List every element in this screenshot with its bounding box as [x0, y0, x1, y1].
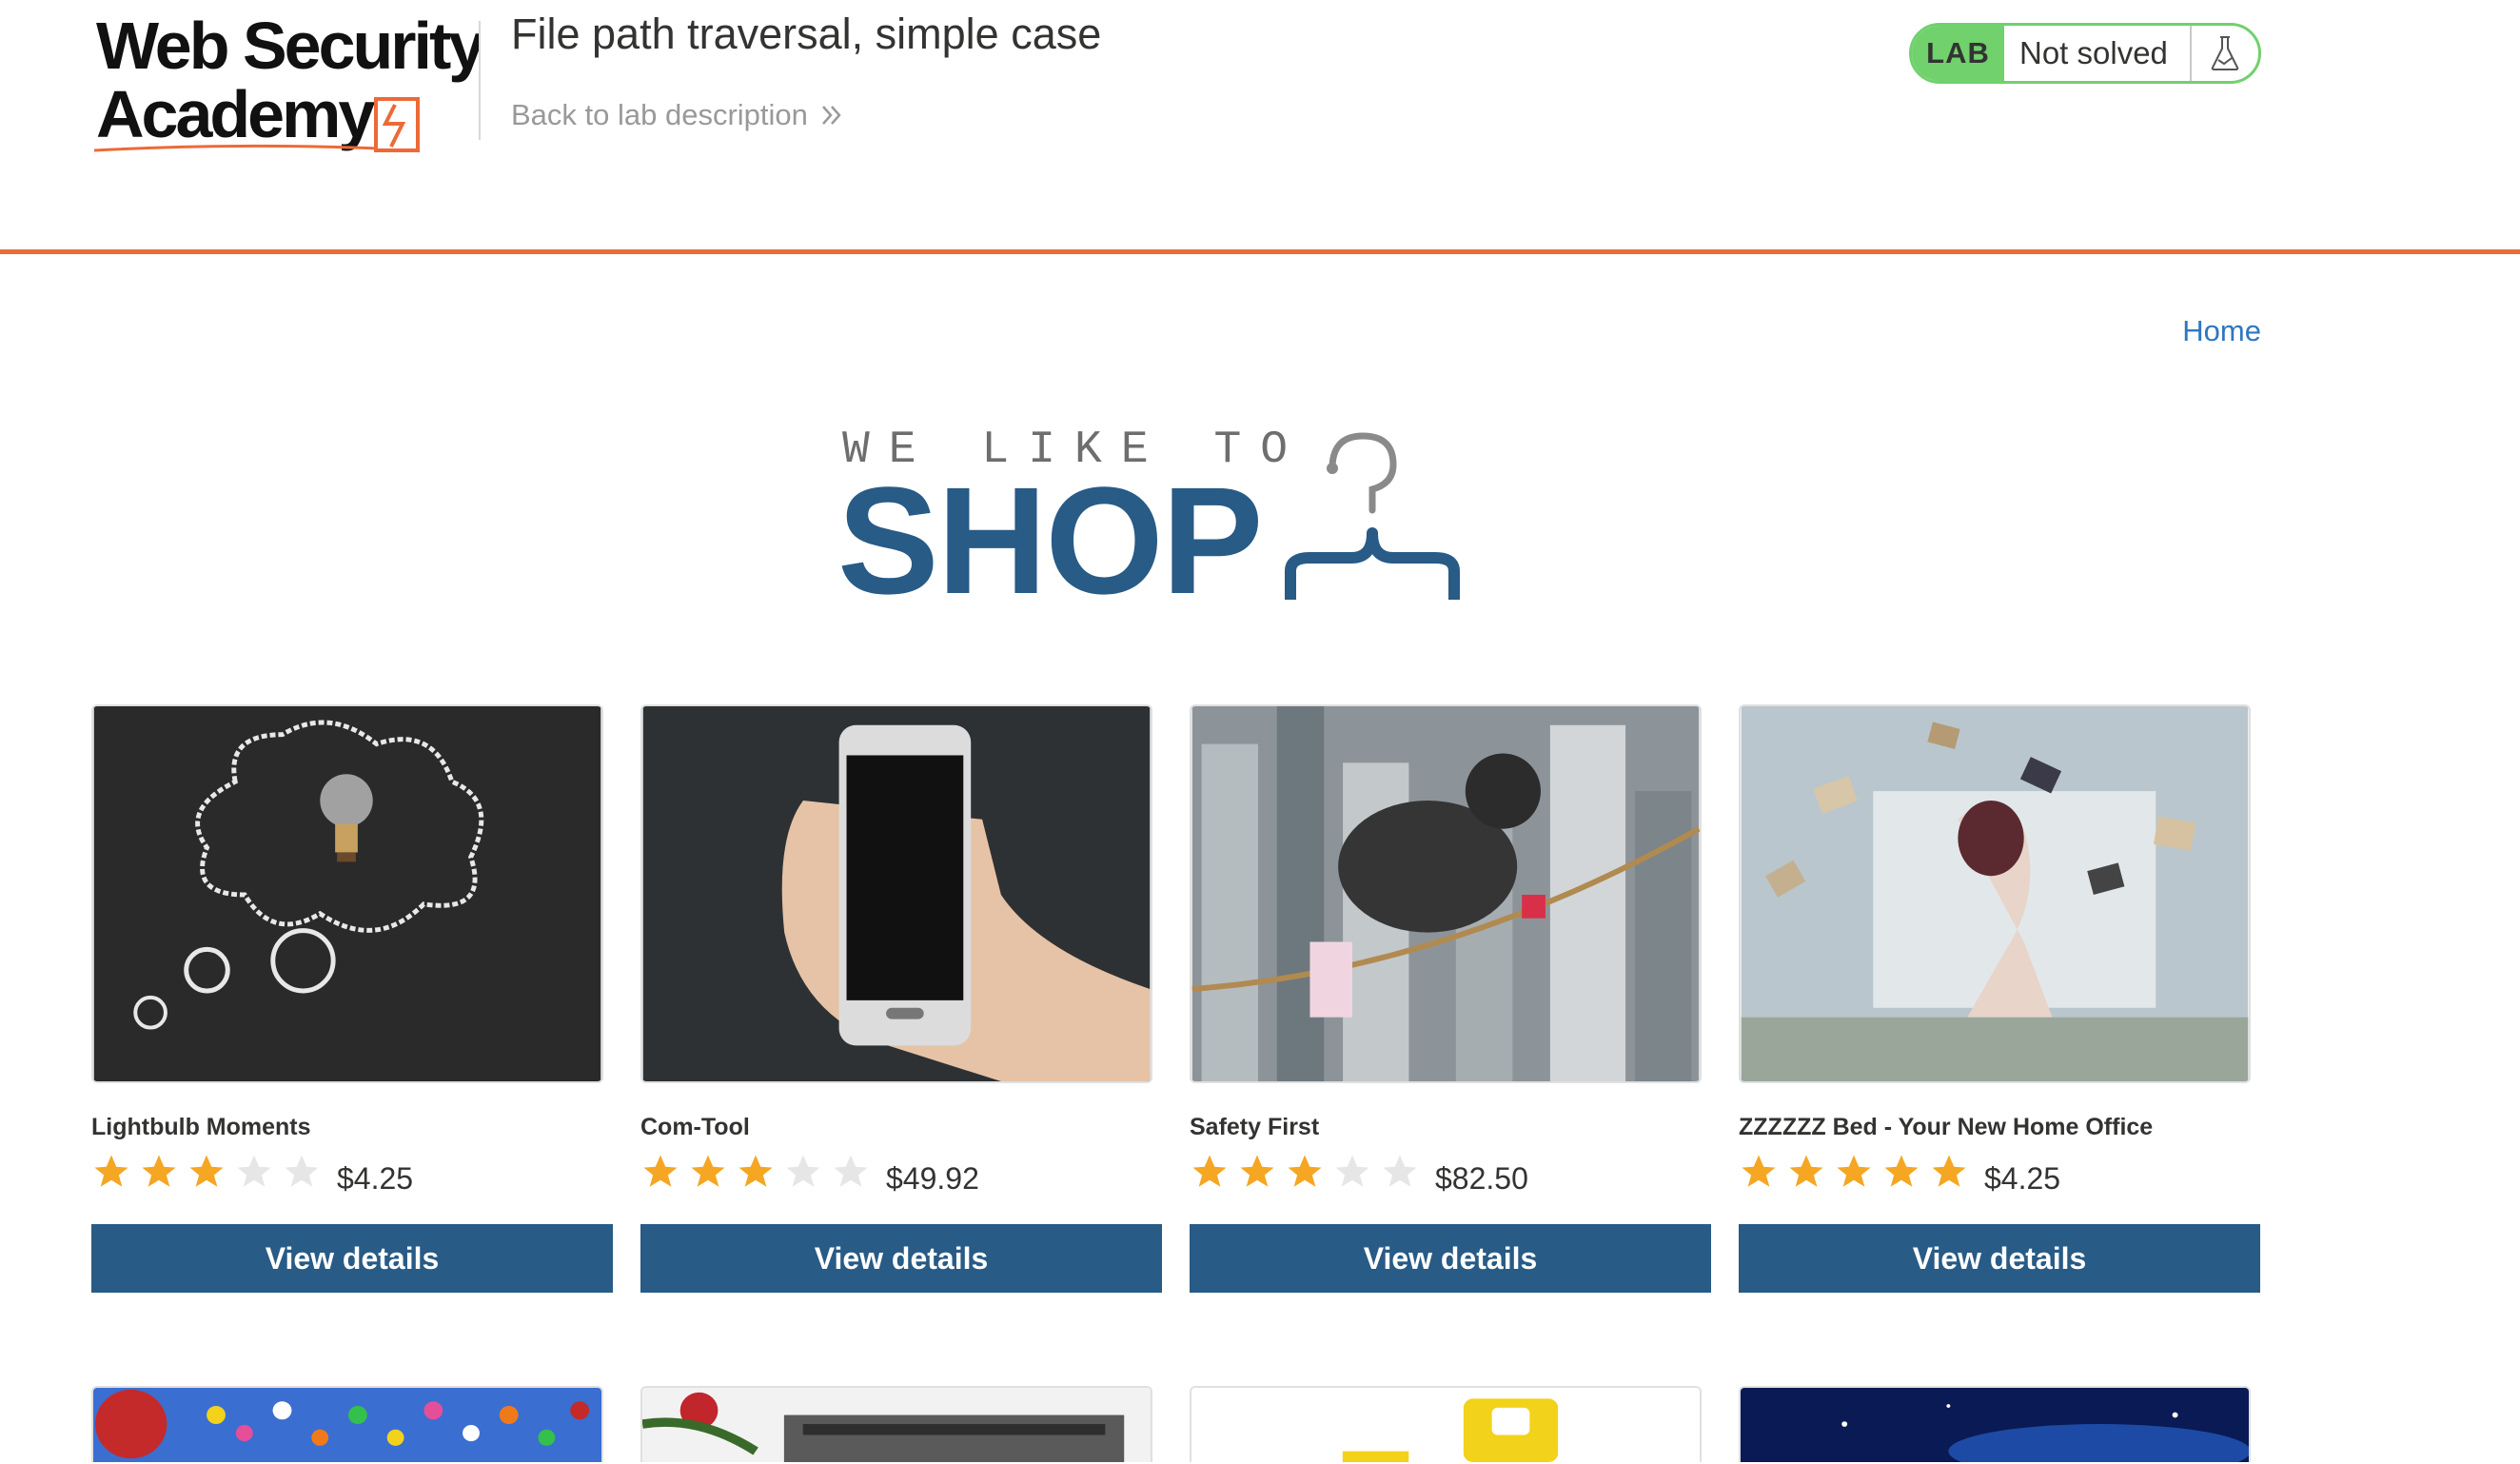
product-image [1739, 1386, 2251, 1462]
child-on-tightrope-image [1191, 706, 1700, 1081]
product-image [640, 704, 1152, 1083]
star-filled-icon [1884, 1155, 1919, 1187]
lab-title: File path traversal, simple case [511, 10, 1102, 58]
svg-text:Academy: Academy [96, 77, 375, 151]
header-accent-bar [0, 249, 2520, 254]
star-filled-icon [1240, 1155, 1274, 1187]
product-rating: $82.50 [1190, 1148, 1528, 1196]
star-empty-icon [1383, 1155, 1417, 1187]
flask-icon [2190, 26, 2258, 81]
svg-text:Web Security: Web Security [96, 13, 479, 83]
back-to-lab-description-link[interactable]: Back to lab description [511, 98, 844, 132]
lab-badge: LAB [1912, 26, 2004, 81]
view-details-button[interactable]: View details [1190, 1224, 1711, 1293]
lab-status-text: Not solved [2019, 35, 2168, 70]
star-filled-icon [1837, 1155, 1871, 1187]
balloons-image [93, 1388, 601, 1462]
shop-banner: WE LIKE TO SHOP [837, 419, 1523, 619]
star-filled-icon [1742, 1155, 1776, 1187]
header-divider [479, 21, 481, 140]
product-rating: $49.92 [640, 1148, 979, 1196]
star-filled-icon [189, 1155, 224, 1187]
product-name: Lightbulb Moments [91, 1114, 311, 1140]
star-filled-icon [738, 1155, 773, 1187]
product-rating: $4.25 [1739, 1148, 2060, 1196]
product-rating: $4.25 [91, 1148, 413, 1196]
star-empty-icon [1335, 1155, 1369, 1187]
star-filled-icon [142, 1155, 176, 1187]
hanger-icon [1285, 432, 1460, 600]
product-price: $4.25 [337, 1160, 414, 1196]
back-link-label: Back to lab description [511, 98, 808, 131]
view-details-button[interactable]: View details [640, 1224, 1162, 1293]
lightbulb-chalkboard-image [93, 706, 601, 1081]
star-filled-icon [643, 1155, 678, 1187]
home-link[interactable]: Home [2182, 314, 2261, 348]
product-price: $4.25 [1984, 1160, 2061, 1196]
star-empty-icon [237, 1155, 271, 1187]
product-image [1190, 704, 1702, 1083]
view-details-button[interactable]: View details [91, 1224, 613, 1293]
product-image [1739, 704, 2251, 1083]
product-image [1190, 1386, 1702, 1462]
star-empty-icon [834, 1155, 868, 1187]
product-image [91, 704, 603, 1083]
web-security-academy-logo[interactable]: Web Security Academy [92, 9, 488, 156]
lab-status-widget: LAB Not solved [1909, 23, 2261, 84]
smartphone-in-hand-image [642, 706, 1151, 1081]
star-empty-icon [786, 1155, 820, 1187]
yellow-object-image [1191, 1388, 1700, 1462]
product-price: $82.50 [1435, 1160, 1528, 1196]
product-name: ZZZZZZ Bed - Your New Home Office [1739, 1114, 2154, 1140]
product-name: Com-Tool [640, 1114, 750, 1140]
product-image [640, 1386, 1152, 1462]
double-chevron-right-icon [821, 106, 841, 125]
star-filled-icon [1192, 1155, 1227, 1187]
product-price: $49.92 [886, 1160, 979, 1196]
flying-books-bedroom-image [1741, 706, 2249, 1081]
typewriter-flowers-image [642, 1388, 1151, 1462]
banner-title: SHOP [837, 455, 1263, 625]
star-empty-icon [285, 1155, 319, 1187]
star-filled-icon [1789, 1155, 1823, 1187]
product-image [91, 1386, 603, 1462]
star-filled-icon [1288, 1155, 1322, 1187]
blue-space-image [1741, 1388, 2249, 1462]
product-name: Safety First [1190, 1114, 1320, 1140]
view-details-button[interactable]: View details [1739, 1224, 2260, 1293]
star-filled-icon [1932, 1155, 1966, 1187]
lab-header: Web Security Academy File path traversal… [0, 0, 2520, 255]
star-filled-icon [691, 1155, 725, 1187]
star-filled-icon [94, 1155, 128, 1187]
